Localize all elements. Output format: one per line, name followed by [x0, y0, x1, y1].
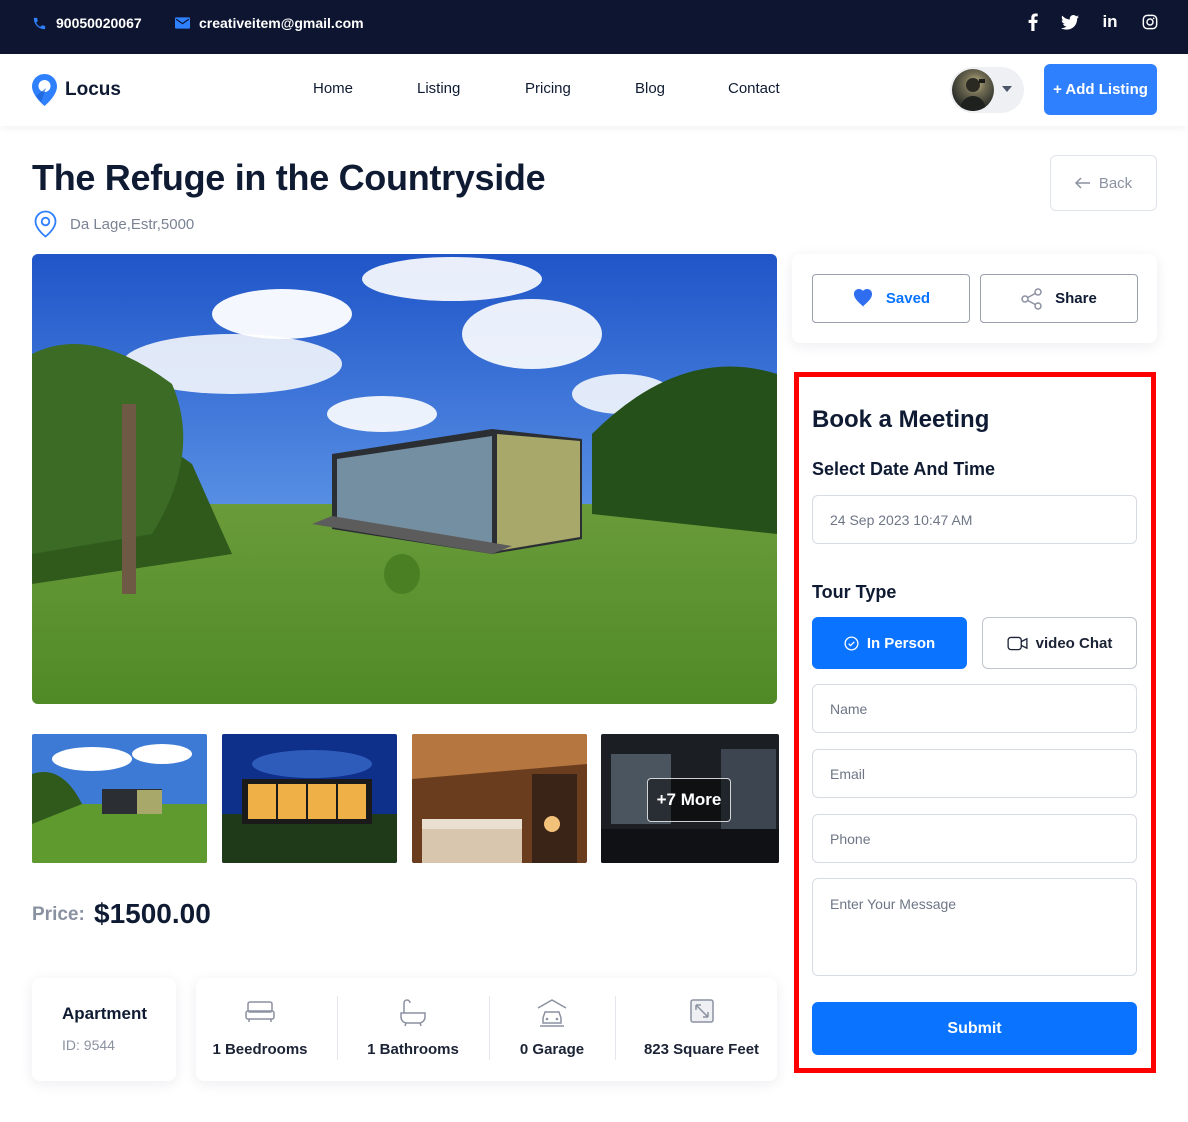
logo-pin-icon: [32, 74, 57, 106]
linkedin-icon[interactable]: in: [1100, 12, 1120, 32]
date-time-heading: Select Date And Time: [812, 459, 996, 479]
book-meeting-panel: Book a Meeting Select Date And Time Tour…: [794, 372, 1156, 1073]
message-textarea[interactable]: [812, 878, 1137, 976]
property-id: ID: 9544: [62, 1037, 115, 1053]
nav-blog[interactable]: Blog: [635, 80, 665, 97]
submit-button[interactable]: Submit: [812, 1002, 1137, 1055]
nav-listing[interactable]: Listing: [417, 80, 460, 97]
phone-input[interactable]: [812, 814, 1137, 863]
location-pin-icon: [34, 210, 57, 238]
gallery-more-photos[interactable]: +7 More: [601, 734, 779, 863]
instagram-icon[interactable]: [1140, 12, 1160, 32]
bathtub-icon: [400, 999, 426, 1027]
feature-divider: [615, 996, 616, 1060]
feature-bathrooms: 1 Bathrooms: [348, 978, 478, 1081]
phone-icon: [33, 17, 46, 29]
linkedin-icon-text: in: [1102, 12, 1118, 31]
date-time-input[interactable]: [812, 495, 1137, 544]
share-button[interactable]: Share: [980, 274, 1138, 323]
name-input[interactable]: [812, 684, 1137, 733]
caret-down-icon: [1002, 86, 1012, 92]
heart-icon: [853, 289, 872, 308]
gallery-thumbnail[interactable]: [412, 734, 587, 863]
saved-label: Saved: [885, 290, 931, 307]
video-camera-icon: [1007, 636, 1028, 650]
page-title: The Refuge in the Countryside: [32, 157, 546, 198]
nav-pricing[interactable]: Pricing: [525, 80, 571, 97]
top-bar: 90050020067 creativeitem@gmail.com in: [0, 0, 1188, 54]
user-menu[interactable]: [950, 67, 1024, 113]
tour-type-heading: Tour Type: [812, 582, 897, 602]
listing-address: Da Lage,Estr,5000: [33, 210, 194, 238]
feature-label: 823 Square Feet: [643, 1041, 760, 1058]
phone-contact[interactable]: 90050020067: [32, 15, 142, 31]
tour-video-chat-label: video Chat: [1035, 634, 1113, 652]
saved-button[interactable]: Saved: [812, 274, 970, 323]
email-input[interactable]: [812, 749, 1137, 798]
property-features-card: 1 Beedrooms 1 Bathrooms 0 Garage 823 Squ…: [196, 978, 777, 1081]
feature-divider: [489, 996, 490, 1060]
email-contact[interactable]: creativeitem@gmail.com: [175, 15, 364, 31]
add-listing-button[interactable]: + Add Listing: [1044, 64, 1157, 115]
feature-label: 1 Bathrooms: [367, 1041, 459, 1058]
mail-icon: [175, 17, 190, 29]
avatar: [952, 69, 994, 111]
twitter-icon[interactable]: [1060, 12, 1080, 32]
price-label: Price:: [32, 904, 85, 925]
tour-in-person-button[interactable]: In Person: [812, 617, 967, 669]
nav-contact[interactable]: Contact: [728, 80, 780, 97]
main-navbar: Locus Home Listing Pricing Blog Contact …: [0, 54, 1188, 126]
facebook-icon[interactable]: [1023, 12, 1043, 32]
property-type: Apartment: [62, 1004, 148, 1023]
save-share-card: Saved Share: [792, 254, 1157, 343]
price-value: $1500.00: [94, 898, 211, 929]
bed-icon: [245, 1001, 275, 1022]
tour-video-chat-button[interactable]: video Chat: [982, 617, 1137, 669]
logo-text: Locus: [65, 79, 121, 100]
gallery-thumbnail[interactable]: [32, 734, 207, 863]
nav-home[interactable]: Home: [313, 80, 353, 97]
area-icon: [689, 999, 714, 1023]
share-label: Share: [1055, 290, 1097, 307]
phone-number: 90050020067: [56, 15, 142, 31]
back-button[interactable]: Back: [1050, 155, 1157, 211]
main-listing-photo[interactable]: [32, 254, 777, 704]
feature-area: 823 Square Feet: [626, 978, 777, 1081]
tour-in-person-label: In Person: [866, 634, 936, 652]
site-logo[interactable]: Locus: [32, 74, 121, 106]
feature-bedrooms: 1 Beedrooms: [196, 978, 324, 1081]
back-label: Back: [1098, 174, 1133, 192]
property-type-card: Apartment ID: 9544: [32, 978, 176, 1081]
address-text: Da Lage,Estr,5000: [70, 215, 195, 233]
feature-garage: 0 Garage: [501, 978, 603, 1081]
booking-title: Book a Meeting: [812, 406, 990, 433]
feature-label: 1 Beedrooms: [212, 1041, 308, 1058]
gallery-thumbnail[interactable]: [222, 734, 397, 863]
garage-icon: [537, 999, 567, 1027]
email-address: creativeitem@gmail.com: [199, 15, 364, 31]
share-icon: [1021, 287, 1042, 310]
more-photos-badge: +7 More: [647, 778, 731, 822]
arrow-left-icon: [1074, 177, 1090, 189]
check-circle-icon: [844, 635, 859, 651]
feature-label: 0 Garage: [519, 1041, 585, 1058]
feature-divider: [337, 996, 338, 1060]
